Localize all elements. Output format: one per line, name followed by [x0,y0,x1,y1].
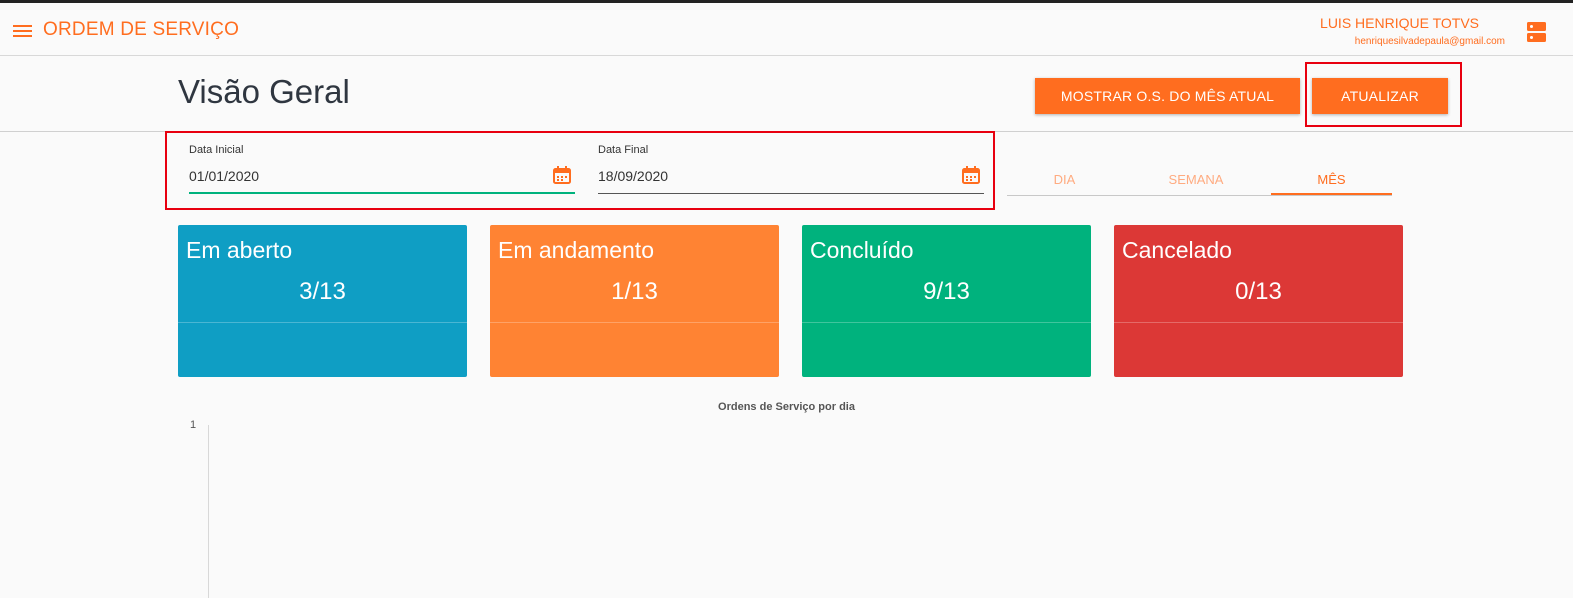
chart-y-axis [208,425,209,598]
card-completed[interactable]: Concluído 9/13 [802,225,1091,377]
card-divider [178,322,467,323]
card-value: 3/13 [299,278,346,305]
user-name: LUIS HENRIQUE TOTVS [1320,15,1479,31]
hamburger-menu-icon[interactable] [13,25,32,37]
page-title: Visão Geral [178,73,350,110]
card-value: 0/13 [1235,278,1282,305]
period-tabs: DIA SEMANA MÊS [1007,165,1392,196]
server-icon[interactable] [1527,22,1546,42]
tab-month[interactable]: MÊS [1271,165,1392,195]
card-divider [802,322,1091,323]
calendar-icon[interactable] [553,166,571,184]
card-title: Em andamento [498,237,654,263]
card-value: 1/13 [611,278,658,305]
chart-y-tick: 1 [190,419,197,431]
start-date-input[interactable] [189,161,544,191]
card-in-progress[interactable]: Em andamento 1/13 [490,225,779,377]
show-current-month-button[interactable]: MOSTRAR O.S. DO MÊS ATUAL [1035,78,1300,114]
end-date-label: Data Final [598,144,649,156]
end-date-input[interactable] [598,161,953,191]
start-date-label: Data Inicial [189,144,244,156]
active-tab-indicator [1271,193,1392,195]
card-title: Em aberto [186,237,293,263]
refresh-button[interactable]: ATUALIZAR [1312,78,1448,114]
card-open[interactable]: Em aberto 3/13 [178,225,467,377]
chart-title: Ordens de Serviço por dia [718,401,855,413]
card-cancelled[interactable]: Cancelado 0/13 [1114,225,1403,377]
page-header: Visão Geral MOSTRAR O.S. DO MÊS ATUAL AT… [0,56,1573,132]
start-date-underline [189,192,575,194]
tab-day[interactable]: DIA [1007,165,1122,195]
end-date-field: Data Final [598,132,984,194]
calendar-icon[interactable] [962,166,980,184]
app-bar: ORDEM DE SERVIÇO LUIS HENRIQUE TOTVS hen… [0,3,1573,56]
app-title: ORDEM DE SERVIÇO [43,19,240,40]
card-title: Cancelado [1122,237,1232,263]
start-date-field: Data Inicial [189,132,575,194]
card-title: Concluído [810,237,914,263]
card-divider [490,322,779,323]
user-email: henriquesilvadepaula@gmail.com [1354,36,1505,47]
card-value: 9/13 [923,278,970,305]
card-divider [1114,322,1403,323]
end-date-underline [598,193,984,194]
tab-week[interactable]: SEMANA [1135,165,1257,195]
